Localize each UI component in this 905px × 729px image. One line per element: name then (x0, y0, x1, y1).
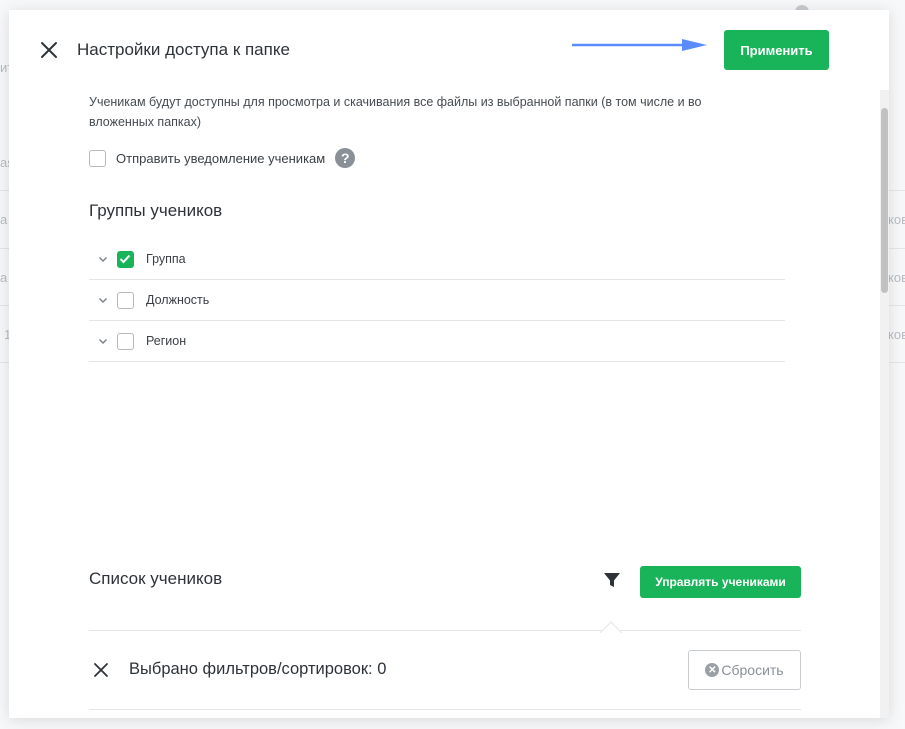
bg-divider (0, 190, 9, 191)
help-icon[interactable]: ? (335, 148, 356, 168)
groups-title: Группы учеников (89, 201, 223, 220)
position-label: Должность (146, 293, 210, 307)
group-checkbox[interactable] (117, 250, 134, 268)
bg-fragment: ков (888, 327, 905, 342)
bg-divider (0, 305, 9, 306)
clear-filters-icon[interactable] (93, 662, 109, 678)
scrollbar[interactable] (880, 90, 889, 718)
bg-divider (889, 190, 905, 191)
group-row-group: Группа (89, 239, 785, 280)
bg-divider (889, 305, 905, 306)
arrow-icon (572, 39, 707, 51)
filter-panel-notch (600, 621, 622, 633)
filters-count: Выбрано фильтров/сортировок: 0 (129, 660, 387, 678)
students-title: Список учеников (89, 569, 223, 588)
reset-button[interactable]: ✕ Сбросить (688, 650, 801, 690)
group-label: Группа (146, 252, 186, 266)
filter-panel-divider (89, 709, 801, 710)
bg-divider (889, 248, 905, 249)
bg-divider (0, 362, 9, 363)
modal-title: Настройки доступа к папке (77, 40, 290, 59)
bg-fragment: а (0, 270, 8, 285)
notify-row: Отправить уведомление ученикам ? (89, 148, 356, 168)
access-description: Ученикам будут доступны для просмотра и … (89, 95, 702, 129)
chevron-down-icon[interactable] (97, 294, 109, 306)
notify-checkbox[interactable] (89, 149, 106, 167)
bg-fragment: ков (888, 270, 905, 285)
folder-access-modal: Настройки доступа к папке Применить Учен… (9, 10, 889, 718)
bg-divider (889, 362, 905, 363)
scrollbar-thumb[interactable] (881, 108, 888, 293)
chevron-down-icon[interactable] (97, 253, 109, 265)
close-icon[interactable] (39, 40, 59, 60)
region-label: Регион (146, 334, 187, 348)
filter-icon[interactable] (603, 571, 621, 589)
chevron-down-icon[interactable] (97, 335, 109, 347)
groups-list: Группа Должность Регион (89, 239, 785, 362)
manage-students-button[interactable]: Управлять учениками (640, 566, 801, 598)
checkmark-icon (119, 254, 131, 263)
bg-fragment: ков (888, 212, 905, 227)
apply-button[interactable]: Применить (724, 30, 829, 70)
bg-divider (0, 248, 9, 249)
filter-panel-divider (89, 630, 801, 631)
position-checkbox[interactable] (117, 291, 134, 309)
group-row-region: Регион (89, 321, 785, 362)
reset-label: Сбросить (721, 662, 784, 678)
reset-icon: ✕ (705, 663, 720, 677)
region-checkbox[interactable] (117, 332, 134, 350)
bg-fragment: а (0, 212, 8, 227)
group-row-position: Должность (89, 280, 785, 321)
notify-label: Отправить уведомление ученикам (116, 150, 326, 166)
